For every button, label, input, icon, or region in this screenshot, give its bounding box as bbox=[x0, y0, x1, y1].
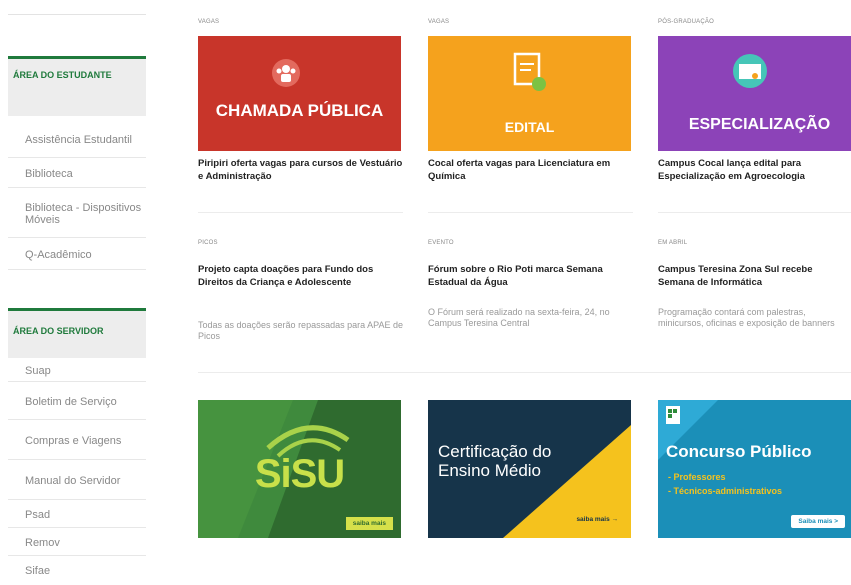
sidebar-item-boletim[interactable]: Boletim de Serviço bbox=[8, 384, 146, 420]
article-title[interactable]: Fórum sobre o Rio Poti marca Semana Esta… bbox=[428, 263, 633, 289]
news-banner-graphic bbox=[272, 59, 300, 87]
sidebar-item-remov[interactable]: Remov bbox=[8, 530, 146, 556]
sidebar-section-student-title: ÁREA DO ESTUDANTE bbox=[8, 56, 146, 116]
news-category: PÓS-GRADUAÇÃO bbox=[658, 19, 714, 25]
divider bbox=[8, 14, 146, 15]
people-icon bbox=[282, 65, 290, 73]
news-banner-text: ESPECIALIZAÇÃO bbox=[688, 116, 831, 133]
saiba-mais-button[interactable]: Saiba mais > bbox=[791, 515, 845, 528]
saiba-mais-button[interactable]: saiba mais bbox=[345, 517, 393, 530]
news-banner-chamada-publica[interactable]: CHAMADA PÚBLICA bbox=[198, 36, 401, 151]
divider bbox=[658, 212, 851, 213]
news-banner-edital[interactable]: EDITAL bbox=[428, 36, 631, 151]
article-category: PICOS bbox=[198, 240, 218, 246]
news-banner-especializacao[interactable]: ESPECIALIZAÇÃO bbox=[658, 36, 851, 151]
sidebar-item-biblioteca-moveis[interactable]: Biblioteca - Dispositivos Móveis bbox=[8, 190, 146, 238]
news-title[interactable]: Campus Cocal lança edital para Especiali… bbox=[658, 157, 851, 183]
sidebar-item-suap[interactable]: Suap bbox=[8, 360, 146, 382]
article-description: Programação contará com palestras, minic… bbox=[658, 307, 835, 328]
news-banner-text: EDITAL bbox=[504, 119, 555, 135]
news-title[interactable]: Cocal oferta vagas para Licenciatura em … bbox=[428, 157, 633, 183]
sidebar-section-server-title: ÁREA DO SERVIDOR bbox=[8, 308, 146, 358]
sidebar-item-assistencia[interactable]: Assistência Estudantil bbox=[8, 122, 146, 158]
divider bbox=[198, 212, 403, 213]
certificacao-heading: Certificação do Ensino Médio bbox=[438, 442, 552, 480]
article-title[interactable]: Campus Teresina Zona Sul recebe Semana d… bbox=[658, 263, 851, 289]
sidebar-item-q-academico[interactable]: Q-Acadêmico bbox=[8, 240, 146, 270]
sidebar-item-biblioteca[interactable]: Biblioteca bbox=[8, 160, 146, 188]
sidebar-item-sifae[interactable]: Sifae bbox=[8, 558, 146, 584]
divider bbox=[198, 372, 851, 373]
sidebar-item-compras[interactable]: Compras e Viagens bbox=[8, 422, 146, 460]
news-title[interactable]: Piripiri oferta vagas para cursos de Ves… bbox=[198, 157, 403, 183]
article-description: O Fórum será realizado na sexta-feira, 2… bbox=[428, 307, 610, 328]
concurso-bullet-tecnicos: - Técnicos-administrativos bbox=[668, 486, 783, 496]
certificacao-banner[interactable]: Certificação do Ensino Médio saiba mais … bbox=[428, 400, 631, 538]
saiba-mais-button[interactable]: saiba mais → bbox=[569, 513, 625, 526]
news-banner-text: CHAMADA PÚBLICA bbox=[215, 101, 384, 120]
concurso-bullet-professores: - Professores bbox=[668, 472, 726, 482]
news-category: VAGAS bbox=[428, 19, 450, 25]
article-category: EM ABRIL bbox=[658, 240, 688, 246]
news-category: VAGAS bbox=[198, 19, 220, 25]
article-description: Todas as doações serão repassadas para A… bbox=[198, 320, 403, 341]
divider bbox=[428, 212, 633, 213]
sidebar-item-manual[interactable]: Manual do Servidor bbox=[8, 462, 146, 500]
concurso-heading: Concurso Público bbox=[666, 442, 812, 461]
sidebar: ÁREA DO ESTUDANTE Assistência Estudantil… bbox=[0, 0, 148, 585]
sisu-logo: SiSU bbox=[254, 452, 345, 496]
article-category: EVENTO bbox=[428, 240, 454, 246]
article-title[interactable]: Projeto capta doações para Fundo dos Dir… bbox=[198, 263, 403, 289]
concurso-banner[interactable]: Concurso Público - Professores - Técnico… bbox=[658, 400, 851, 538]
sidebar-item-psad[interactable]: Psad bbox=[8, 502, 146, 528]
sisu-banner[interactable]: SiSU saiba mais bbox=[198, 400, 401, 538]
